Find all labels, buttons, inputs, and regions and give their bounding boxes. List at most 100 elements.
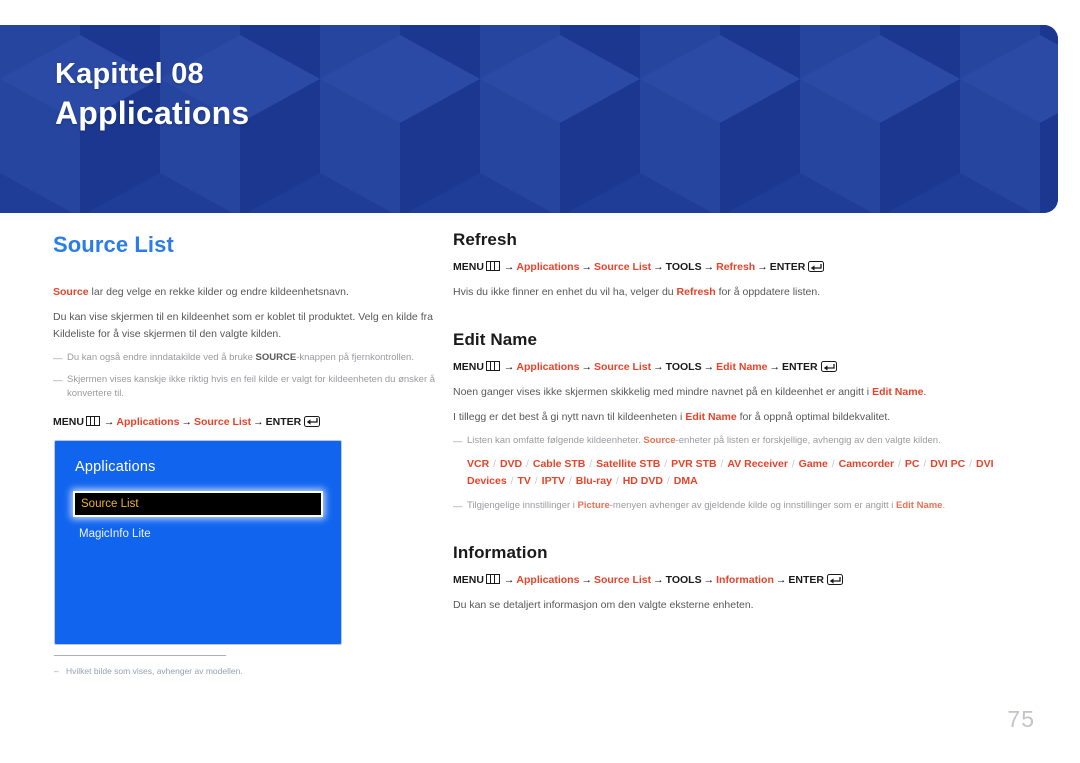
inline-accent-refresh: Refresh	[676, 285, 716, 298]
tv-menu-title: Applications	[75, 459, 156, 475]
device-separator: /	[920, 458, 930, 471]
device-type-list: VCR / DVD / Cable STB / Satellite STB / …	[467, 456, 1033, 490]
menu-path-source-list: MENU → Applications → Source List → ENTER	[53, 414, 438, 431]
note-device-list: — Listen kan omfatte følgende kildeenhete…	[453, 434, 1033, 449]
chapter-banner: Kapittel 08 Applications	[0, 25, 1058, 213]
tv-menu-item-magicinfo-lite[interactable]: MagicInfo Lite	[73, 522, 323, 546]
note-picture-post: .	[942, 499, 946, 511]
arrow-icon: →	[703, 361, 715, 374]
device-type: DMA	[673, 474, 698, 487]
note-source-button: — Du kan også endre inndatakilde ved å br…	[53, 351, 438, 366]
note-device-list-post: -enheter på listen er forskjellige, avhe…	[675, 435, 941, 447]
page-number: 75	[1007, 706, 1035, 732]
paragraph-source-describe: Du kan vise skjermen til en kildeenhet s…	[53, 311, 433, 340]
path-step-source-list: Source List	[593, 261, 652, 273]
menu-path-refresh: MENU → Applications → Source List → TOOLS → Refr…	[453, 259, 1033, 276]
device-separator: /	[531, 474, 541, 487]
path-step-tools: TOOLS	[665, 261, 702, 273]
paragraph-information: Du kan se detaljert informasjon om den v…	[453, 599, 754, 612]
note-source-button-bold: SOURCE	[255, 351, 297, 363]
inline-accent-source: Source	[53, 286, 89, 298]
path-step-source-list: Source List	[593, 361, 652, 374]
chapter-title: Applications	[55, 95, 250, 132]
enter-label: ENTER	[781, 361, 818, 374]
device-separator: /	[586, 458, 596, 471]
note-source-button-pre: Du kan også endre inndatakilde ved å bru…	[67, 351, 256, 363]
paragraph-refresh: Hvis du ikke finner en enhet du vil ha, …	[453, 284, 1033, 300]
banner-title-block: Kapittel 08 Applications	[55, 57, 249, 133]
device-separator: /	[663, 474, 673, 487]
arrow-icon: →	[181, 415, 192, 428]
arrow-icon: →	[581, 361, 592, 374]
menu-path-edit-name: MENU → Applications → Source List → TOOLS → Edit…	[453, 359, 1033, 376]
path-step-tools: TOOLS	[665, 574, 702, 587]
menu-label: MENU	[453, 574, 484, 587]
device-separator: /	[788, 458, 798, 471]
path-step-tools: TOOLS	[665, 361, 702, 374]
device-separator: /	[966, 458, 975, 471]
device-separator: /	[612, 474, 622, 487]
device-type: TV	[517, 474, 531, 487]
device-separator: /	[661, 458, 671, 471]
left-column: Source List Source lar deg velge en rekk…	[53, 232, 438, 439]
section-heading-information: Information	[453, 543, 548, 563]
note-dash-icon: —	[453, 436, 463, 448]
tv-menu-screenshot: Applications Source List MagicInfo Lite	[54, 440, 342, 645]
device-type: DVD	[499, 458, 523, 471]
arrow-icon: →	[703, 261, 715, 273]
arrow-icon: →	[503, 361, 515, 374]
paragraph-edit-name-2-post: for å oppnå optimal bildekvalitet.	[736, 411, 891, 424]
arrow-icon: →	[581, 574, 592, 587]
device-type: Satellite STB	[596, 458, 661, 471]
path-step-applications: Applications	[516, 574, 580, 587]
footnote-divider	[54, 655, 226, 656]
note-picture-pre: Tilgjengelige innstillinger i	[467, 499, 578, 511]
note-wrong-source-text: Skjermen vises kanskje ikke riktig hvis …	[67, 373, 436, 400]
arrow-icon: →	[775, 574, 787, 587]
path-step-source-list: Source List	[193, 415, 252, 428]
path-step-applications: Applications	[516, 261, 580, 273]
device-separator: /	[828, 458, 838, 471]
path-step-source-list: Source List	[593, 574, 652, 587]
device-separator: /	[523, 458, 532, 471]
note-picture-menu: — Tilgjengelige innstillinger i Picture-m…	[453, 499, 1033, 514]
arrow-icon: →	[653, 361, 664, 374]
footnote-body: Hvilket bilde som vises, avhenger av mod…	[66, 666, 243, 676]
section-heading-source-list: Source List	[53, 232, 174, 257]
paragraph-edit-name-1-post: .	[923, 385, 927, 398]
device-type: Game	[798, 458, 828, 471]
device-type: VCR	[467, 458, 490, 471]
footnote-dash-icon: –	[54, 666, 59, 676]
device-separator: /	[566, 474, 575, 487]
arrow-icon: →	[103, 415, 115, 428]
enter-label: ENTER	[769, 261, 806, 273]
menu-icon	[485, 261, 500, 271]
section-heading-edit-name: Edit Name	[453, 330, 538, 350]
note-device-list-pre: Listen kan omfatte følgende kildeenheter…	[467, 435, 644, 447]
device-type: Cable STB	[532, 458, 586, 471]
path-step-applications: Applications	[516, 361, 580, 374]
inline-accent-picture: Picture	[577, 499, 610, 511]
tv-menu-item-source-list[interactable]: Source List	[73, 491, 323, 518]
arrow-icon: →	[769, 361, 780, 374]
inline-accent-source: Source	[643, 435, 676, 447]
device-separator: /	[895, 458, 904, 471]
inline-accent-edit-name: Edit Name	[872, 385, 924, 398]
device-type: PC	[904, 458, 920, 471]
enter-icon	[304, 415, 321, 427]
device-type: Camcorder	[838, 458, 895, 471]
note-dash-icon: —	[453, 500, 463, 512]
enter-label: ENTER	[265, 415, 302, 428]
device-type: IPTV	[541, 474, 565, 487]
path-step-target: Refresh	[716, 261, 756, 273]
inline-accent-edit-name: Edit Name	[896, 499, 943, 511]
menu-icon	[485, 574, 500, 585]
paragraph-edit-name-2: I tillegg er det best å gi nytt navn til…	[453, 409, 1033, 425]
paragraph-refresh-post: for å oppdatere listen.	[715, 285, 821, 298]
arrow-icon: →	[653, 574, 664, 587]
chapter-number: Kapittel 08	[55, 58, 204, 90]
note-picture-mid: -menyen avhenger av gjeldende kilde og i…	[609, 499, 896, 511]
arrow-icon: →	[503, 574, 515, 587]
paragraph-source-intro-rest: lar deg velge en rekke kilder og endre k…	[88, 286, 349, 298]
arrow-icon: →	[757, 261, 768, 273]
